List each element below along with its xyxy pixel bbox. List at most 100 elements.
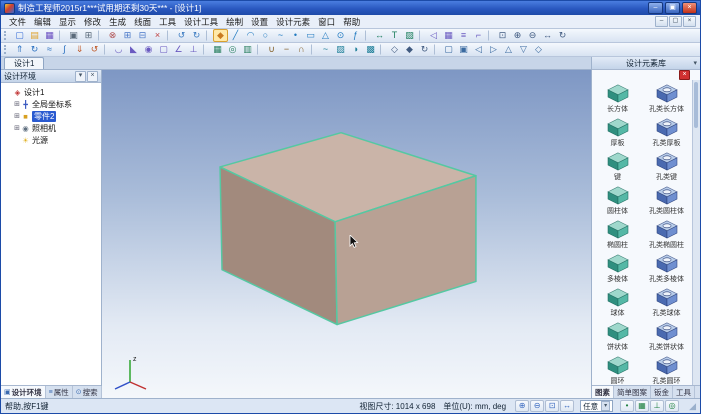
redo-icon[interactable]: ↻	[189, 29, 204, 42]
viewport-3d[interactable]: z	[102, 70, 591, 398]
tree-expander-icon[interactable]: ⊞	[13, 112, 21, 120]
separator[interactable]	[311, 44, 316, 55]
menu-item[interactable]: 生成	[105, 16, 130, 28]
stretch-surface-icon[interactable]: ~	[318, 43, 333, 56]
close-button[interactable]: ×	[682, 2, 697, 14]
hatch-icon[interactable]: ▨	[402, 29, 417, 42]
tree-item[interactable]: ☀ 光源	[3, 134, 99, 146]
cut-icon[interactable]: ⊗	[105, 29, 120, 42]
library-tab[interactable]: 工具	[673, 386, 695, 398]
menu-item[interactable]: 帮助	[339, 16, 364, 28]
right-view-icon[interactable]: ▷	[486, 43, 501, 56]
front-view-icon[interactable]: ▢	[441, 43, 456, 56]
left-panel-tab[interactable]: ≡ 属性	[46, 386, 73, 398]
menu-item[interactable]: 窗口	[314, 16, 339, 28]
array-icon[interactable]: ▦	[441, 29, 456, 42]
library-tab[interactable]: 图素	[592, 386, 614, 398]
library-item[interactable]: 键	[593, 149, 642, 183]
tree-item[interactable]: ⊞ ◉ 照相机	[3, 122, 99, 134]
revolve-cut-icon[interactable]: ↺	[87, 43, 102, 56]
arc-icon[interactable]: ◠	[243, 29, 258, 42]
boolean-subtract-icon[interactable]: −	[279, 43, 294, 56]
circle-icon[interactable]: ○	[258, 29, 273, 42]
scrollbar-thumb[interactable]	[694, 82, 698, 128]
minimize-button[interactable]: –	[648, 2, 663, 14]
menu-item[interactable]: 设计元素	[272, 16, 314, 28]
library-item[interactable]: 孔类圆柱体	[642, 183, 691, 217]
zoom-in-icon[interactable]: ⊕	[510, 29, 525, 42]
dimension-icon[interactable]: ↔	[372, 29, 387, 42]
point-snap-icon[interactable]: •	[620, 400, 634, 412]
extrude-boss-icon[interactable]: ⇑	[12, 43, 27, 56]
separator[interactable]	[434, 44, 439, 55]
undo-icon[interactable]: ↺	[174, 29, 189, 42]
point-icon[interactable]: •	[288, 29, 303, 42]
library-item[interactable]: 孔类厚板	[642, 115, 691, 149]
menu-item[interactable]: 编辑	[30, 16, 55, 28]
resize-grip-icon[interactable]: ◢	[689, 401, 696, 411]
shaded-display-icon[interactable]: ◆	[402, 43, 417, 56]
boolean-intersect-icon[interactable]: ∩	[294, 43, 309, 56]
separator[interactable]	[104, 44, 109, 55]
extrude-cut-icon[interactable]: ⇓	[72, 43, 87, 56]
zoom-out-icon[interactable]: ⊖	[525, 29, 540, 42]
mdi-restore-button[interactable]: ▢	[669, 16, 682, 27]
offset-icon[interactable]: ≡	[456, 29, 471, 42]
mdi-minimize-button[interactable]: –	[655, 16, 668, 27]
pan-view-icon[interactable]: ↔	[540, 29, 555, 42]
pan-icon[interactable]: ↔	[560, 400, 574, 412]
linear-pattern-icon[interactable]: ▦	[210, 43, 225, 56]
separator[interactable]	[59, 30, 64, 41]
left-view-icon[interactable]: ◁	[471, 43, 486, 56]
hole-icon[interactable]: ◉	[141, 43, 156, 56]
separator[interactable]	[365, 30, 370, 41]
separator[interactable]	[167, 30, 172, 41]
save-file-icon[interactable]: ▦	[42, 29, 57, 42]
smart-snap-icon[interactable]: ◎	[665, 400, 679, 412]
library-item[interactable]: 椭圆柱	[593, 217, 642, 251]
snap-mode-select[interactable]: 任意 ▾	[580, 400, 613, 412]
tree-item[interactable]: ⊞ ■ 零件2	[3, 110, 99, 122]
wireframe-display-icon[interactable]: ◇	[387, 43, 402, 56]
left-panel-tab[interactable]: ⊙ 搜索	[73, 386, 102, 398]
library-item[interactable]: 饼状体	[593, 319, 642, 353]
menu-item[interactable]: 工具	[155, 16, 180, 28]
bottom-view-icon[interactable]: ▽	[516, 43, 531, 56]
loft-icon[interactable]: ≈	[42, 43, 57, 56]
separator[interactable]	[257, 44, 262, 55]
library-item[interactable]: 孔类圆环	[642, 353, 691, 385]
panel-options-icon[interactable]: ▾	[693, 59, 697, 67]
separator[interactable]	[419, 30, 424, 41]
shell-icon[interactable]: ▢	[156, 43, 171, 56]
menu-item[interactable]: 绘制	[222, 16, 247, 28]
library-item[interactable]: 孔类椭圆柱	[642, 217, 691, 251]
spline-icon[interactable]: ~	[273, 29, 288, 42]
separator[interactable]	[488, 30, 493, 41]
library-tab[interactable]: 钣金	[651, 386, 673, 398]
new-file-icon[interactable]: ▢	[12, 29, 27, 42]
menu-item[interactable]: 设置	[247, 16, 272, 28]
menu-item[interactable]: 文件	[5, 16, 30, 28]
copy-icon[interactable]: ⊞	[120, 29, 135, 42]
open-file-icon[interactable]: ▤	[27, 29, 42, 42]
text-icon[interactable]: T	[387, 29, 402, 42]
library-item[interactable]: 长方体	[593, 81, 642, 115]
zoom-all-icon[interactable]: ⊡	[545, 400, 559, 412]
rotate-view-icon[interactable]: ↻	[555, 29, 570, 42]
library-item[interactable]: 圆环	[593, 353, 642, 385]
library-item[interactable]: 圆柱体	[593, 183, 642, 217]
library-close-icon[interactable]: ×	[679, 70, 690, 80]
tree-item[interactable]: ◈ 设计1	[3, 86, 99, 98]
library-scrollbar[interactable]	[692, 80, 700, 385]
tree-expander-icon[interactable]: ⊞	[13, 124, 21, 132]
ortho-icon[interactable]: ⊥	[650, 400, 664, 412]
mesh-surface-icon[interactable]: ▩	[363, 43, 378, 56]
separator[interactable]	[380, 44, 385, 55]
separator[interactable]	[203, 44, 208, 55]
zoom-out-icon[interactable]: ⊖	[530, 400, 544, 412]
menu-item[interactable]: 设计工具	[180, 16, 222, 28]
panel-options-icon[interactable]: ▾	[75, 71, 86, 82]
tree-item[interactable]: ⊞ ╋ 全局坐标系	[3, 98, 99, 110]
revolve-boss-icon[interactable]: ↻	[27, 43, 42, 56]
mirror-feature-icon[interactable]: ▥	[240, 43, 255, 56]
